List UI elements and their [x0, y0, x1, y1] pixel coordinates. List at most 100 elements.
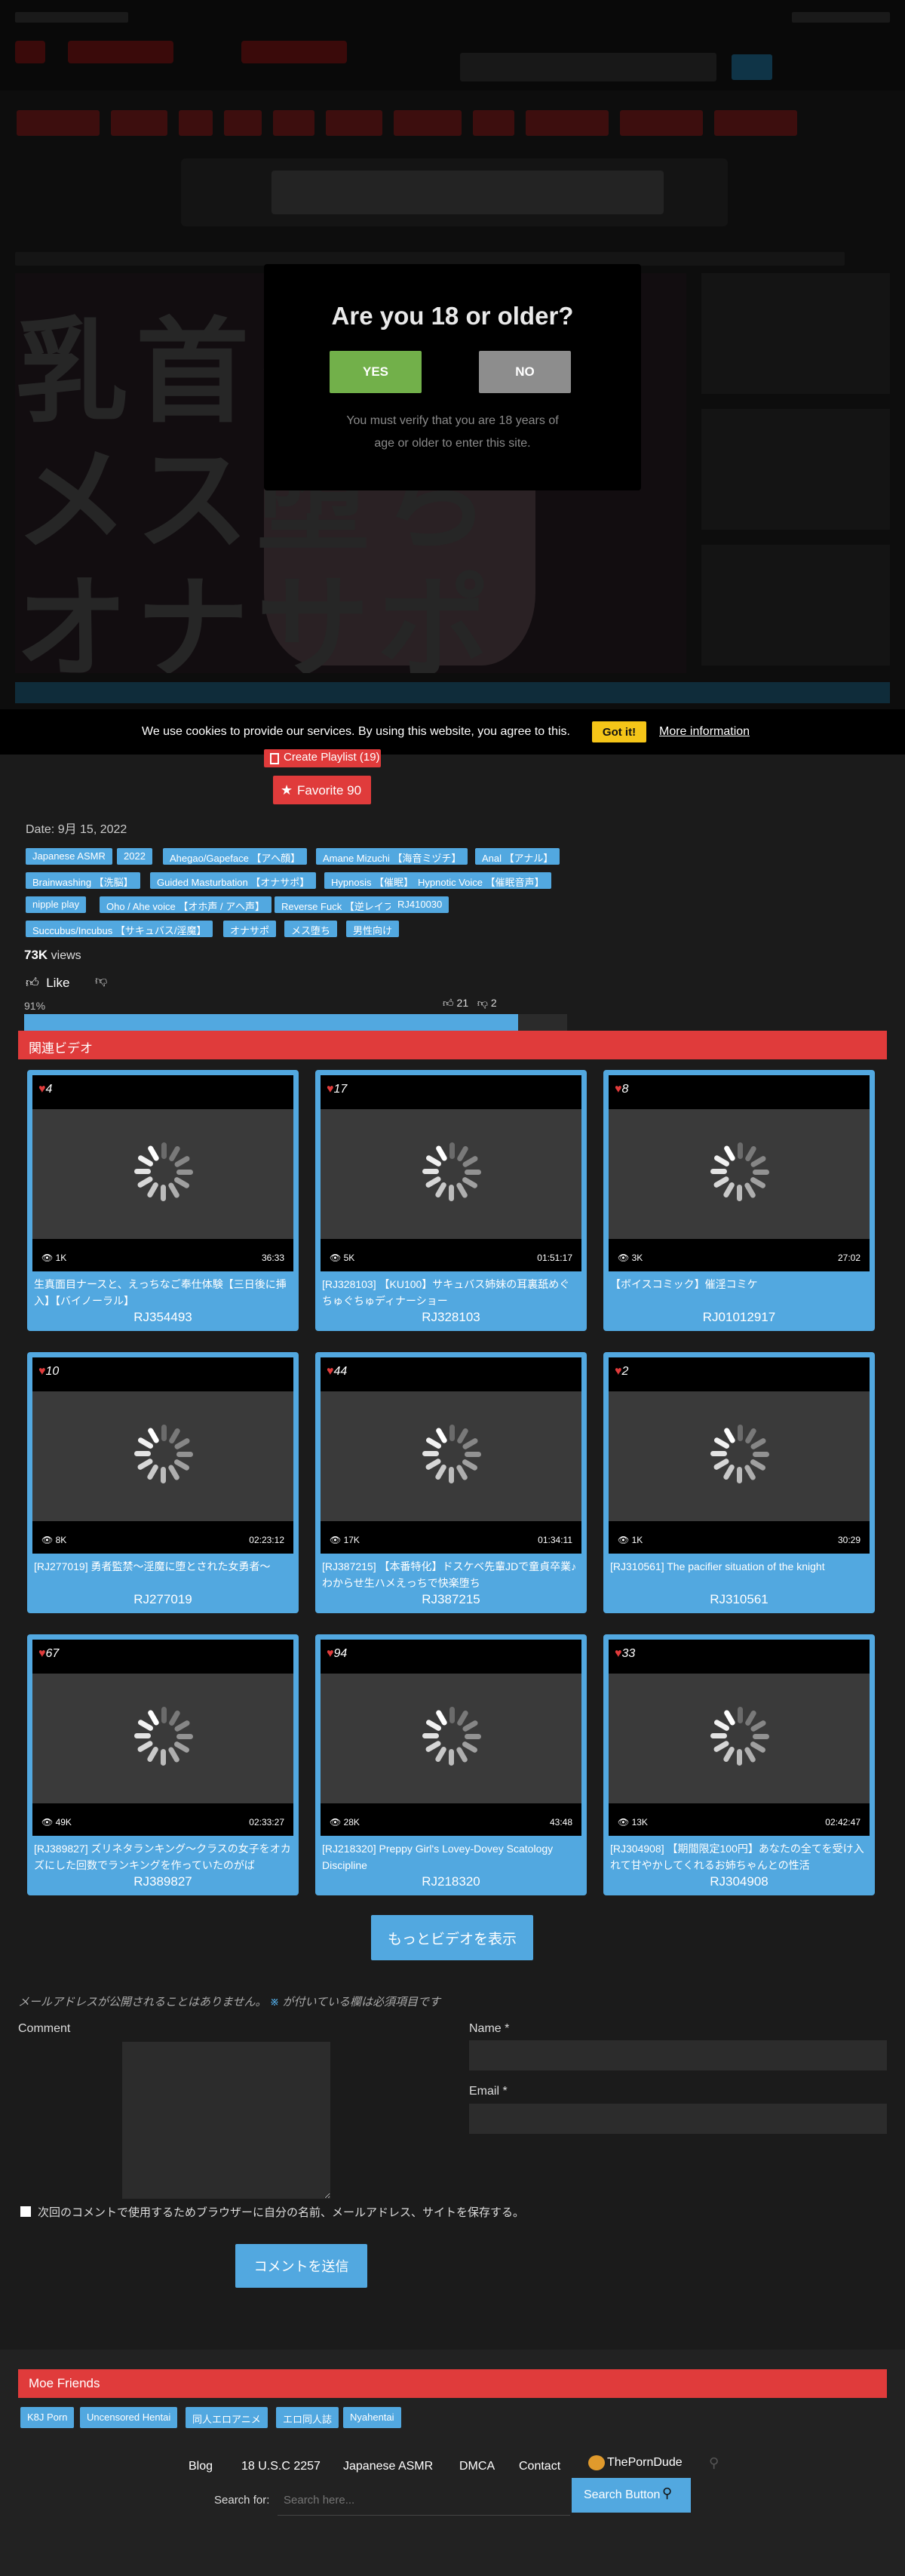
- friend-link[interactable]: Uncensored Hentai: [80, 2407, 178, 2428]
- tag-link[interactable]: Amane Mizuchi 【海音ミヅチ】: [316, 848, 468, 865]
- friend-link[interactable]: Nyahentai: [343, 2407, 401, 2428]
- video-thumbnail[interactable]: ♥94 👁︎ 28K 43:48: [321, 1640, 581, 1836]
- porndude-link[interactable]: ThePornDude: [588, 2455, 683, 2470]
- view-stat: 👁︎ 3K: [618, 1253, 643, 1263]
- tag-link[interactable]: RJ410030: [391, 896, 449, 913]
- nav-item[interactable]: [179, 110, 213, 136]
- nav-item[interactable]: [714, 110, 797, 136]
- tag-link[interactable]: Succubus/Incubus 【サキュバス/淫魔】: [26, 921, 213, 937]
- video-card[interactable]: ♥4 👁︎ 1K 36:33 生真面目ナースと、えっちなご奉仕体験【三日後に挿入】【バ…: [27, 1070, 299, 1331]
- loading-spinner-icon: [706, 1138, 774, 1206]
- footer-link[interactable]: 18 U.S.C 2257: [241, 2460, 321, 2473]
- video-card[interactable]: ♥2 👁︎ 1K 30:29 [RJ310561] The pacifier situ…: [603, 1352, 875, 1613]
- video-card-title[interactable]: [RJ277019] 勇者監禁～淫魔に堕とされた女勇者～: [34, 1558, 292, 1591]
- video-card[interactable]: ♥44 👁︎ 17K 01:34:11 [RJ387215] 【本番特化】ドスケベ先輩…: [315, 1352, 587, 1613]
- cookie-accept-button[interactable]: Got it!: [592, 721, 646, 742]
- video-card-title[interactable]: 【ボイスコミック】催淫コミケ: [610, 1276, 868, 1309]
- submit-comment-button[interactable]: コメントを送信: [235, 2244, 367, 2288]
- save-info-checkbox[interactable]: [20, 2206, 31, 2217]
- footer-link[interactable]: Japanese ASMR: [343, 2460, 433, 2473]
- comment-textarea[interactable]: [122, 2042, 330, 2199]
- views-number: 73K: [24, 948, 48, 962]
- cookie-more-link[interactable]: More information: [659, 725, 750, 739]
- header-search-button[interactable]: [732, 54, 772, 80]
- video-card-title[interactable]: [RJ218320] Preppy Girl's Lovey-Dovey Sca…: [322, 1840, 580, 1874]
- favorite-button[interactable]: ★ Favorite 90: [273, 776, 371, 804]
- video-card[interactable]: ♥8 👁︎ 3K 27:02 【ボイスコミック】催淫コミケ RJ01012917: [603, 1070, 875, 1331]
- tag-link[interactable]: nipple play: [26, 896, 87, 913]
- friend-link[interactable]: エロ同人誌: [276, 2407, 339, 2428]
- video-card-title[interactable]: [RJ310561] The pacifier situation of the…: [610, 1558, 868, 1591]
- friend-link[interactable]: K8J Porn: [20, 2407, 75, 2428]
- video-card-title[interactable]: 生真面目ナースと、えっちなご奉仕体験【三日後に挿入】【バイノーラル】: [34, 1276, 292, 1309]
- eye-icon: 👁︎: [618, 1817, 630, 1827]
- tag-link[interactable]: メス堕ち: [284, 921, 338, 937]
- video-card[interactable]: ♥17 👁︎ 5K 01:51:17 [RJ328103] 【KU100】サキュバス姉…: [315, 1070, 587, 1331]
- nav-item[interactable]: [17, 110, 100, 136]
- video-thumbnail[interactable]: ♥8 👁︎ 3K 27:02: [609, 1075, 870, 1271]
- nav-item[interactable]: [326, 110, 382, 136]
- search-icon[interactable]: ⚲: [709, 2455, 719, 2471]
- more-videos-button[interactable]: もっとビデオを表示: [371, 1915, 533, 1960]
- tag-link[interactable]: Reverse Fuck 【逆レイプ】: [275, 896, 410, 913]
- like-button[interactable]: 👍︎ Like: [26, 975, 69, 991]
- age-no-button[interactable]: NO: [479, 351, 571, 393]
- tag-link[interactable]: Guided Masturbation 【オナサポ】: [150, 872, 317, 889]
- nav-item[interactable]: [273, 110, 314, 136]
- nav-item[interactable]: [526, 110, 609, 136]
- favorites-count: 4: [45, 1083, 53, 1096]
- nav-item[interactable]: [111, 110, 167, 136]
- video-card[interactable]: ♥33 👁︎ 13K 02:42:47 [RJ304908] 【期間限定100円】あな…: [603, 1634, 875, 1895]
- header-search-input[interactable]: [460, 53, 716, 81]
- friend-link[interactable]: 同人エロアニメ: [186, 2407, 268, 2428]
- tag-link[interactable]: Hypnosis 【催眠】: [324, 872, 421, 889]
- video-card[interactable]: ♥67 👁︎ 49K 02:33:27 [RJ389827] ズリネタランキング～クラ…: [27, 1634, 299, 1895]
- footer-link[interactable]: Blog: [189, 2460, 213, 2473]
- site-logo[interactable]: [15, 30, 347, 75]
- video-card-title[interactable]: [RJ328103] 【KU100】サキュバス姉妹の耳裏舐めぐちゅぐちゅディナー…: [322, 1276, 580, 1309]
- video-thumbnail[interactable]: ♥33 👁︎ 13K 02:42:47: [609, 1640, 870, 1836]
- ad-banner[interactable]: [181, 158, 728, 226]
- video-thumbnail[interactable]: ♥44 👁︎ 17K 01:34:11: [321, 1357, 581, 1554]
- name-field[interactable]: [469, 2040, 887, 2070]
- footer-search-button[interactable]: Search Button ⚲: [572, 2478, 691, 2513]
- dislike-button[interactable]: 👎︎: [95, 974, 107, 988]
- tag-link[interactable]: Anal 【アナル】: [475, 848, 560, 865]
- nav-item[interactable]: [473, 110, 514, 136]
- video-card-title[interactable]: [RJ387215] 【本番特化】ドスケベ先輩JDで童貞卒業♪わからせ生ハメえっ…: [322, 1558, 580, 1591]
- nav-item[interactable]: [394, 110, 462, 136]
- view-stat: 👁︎ 17K: [330, 1535, 360, 1545]
- email-field[interactable]: [469, 2104, 887, 2134]
- tag-link[interactable]: 2022: [117, 848, 152, 865]
- comment-label: Comment: [18, 2022, 71, 2035]
- age-yes-button[interactable]: YES: [330, 351, 422, 393]
- nav-item[interactable]: [224, 110, 262, 136]
- video-card-title[interactable]: [RJ389827] ズリネタランキング～クラスの女子をオカズにした回数でランキ…: [34, 1840, 292, 1874]
- video-seek-bar[interactable]: [15, 682, 890, 703]
- tag-link[interactable]: Oho / Ahe voice 【オホ声 / アヘ声】: [100, 896, 272, 913]
- tag-link[interactable]: 男性向け: [346, 921, 400, 937]
- footer-link[interactable]: DMCA: [459, 2460, 495, 2473]
- comment-note-suffix: が付いている欄は必須項目です: [279, 1996, 441, 2009]
- video-thumbnail[interactable]: ♥17 👁︎ 5K 01:51:17: [321, 1075, 581, 1271]
- tag-link[interactable]: Ahegao/Gapeface 【アヘ顔】: [163, 848, 308, 865]
- video-thumbnail[interactable]: ♥4 👁︎ 1K 36:33: [32, 1075, 293, 1271]
- tag-link[interactable]: Brainwashing 【洗脳】: [26, 872, 140, 889]
- tag-link[interactable]: Japanese ASMR: [26, 848, 112, 865]
- video-card[interactable]: ♥94 👁︎ 28K 43:48 [RJ218320] Preppy Girl's L…: [315, 1634, 587, 1895]
- create-playlist-button[interactable]: Create Playlist (19): [264, 749, 381, 767]
- tag-link[interactable]: Hypnotic Voice 【催眠音声】: [411, 872, 551, 889]
- video-thumbnail[interactable]: ♥10 👁︎ 8K 02:23:12: [32, 1357, 293, 1554]
- footer-link[interactable]: Contact: [519, 2460, 560, 2473]
- favorites-count: 44: [333, 1365, 348, 1378]
- video-card-title[interactable]: [RJ304908] 【期間限定100円】あなたの全てを受け入れて甘やかしてくれ…: [610, 1840, 868, 1874]
- footer-search-input[interactable]: [278, 2485, 570, 2516]
- video-card[interactable]: ♥10 👁︎ 8K 02:23:12 [RJ277019] 勇者監禁～淫魔に堕とされた…: [27, 1352, 299, 1613]
- tag-link[interactable]: オナサポ: [223, 921, 277, 937]
- thumbs-down-icon: 👎︎: [95, 975, 108, 988]
- video-card-code: RJ328103: [422, 1310, 480, 1324]
- video-thumbnail[interactable]: ♥67 👁︎ 49K 02:33:27: [32, 1640, 293, 1836]
- nav-item[interactable]: [620, 110, 703, 136]
- eye-icon: 👁︎: [41, 1817, 54, 1827]
- video-thumbnail[interactable]: ♥2 👁︎ 1K 30:29: [609, 1357, 870, 1554]
